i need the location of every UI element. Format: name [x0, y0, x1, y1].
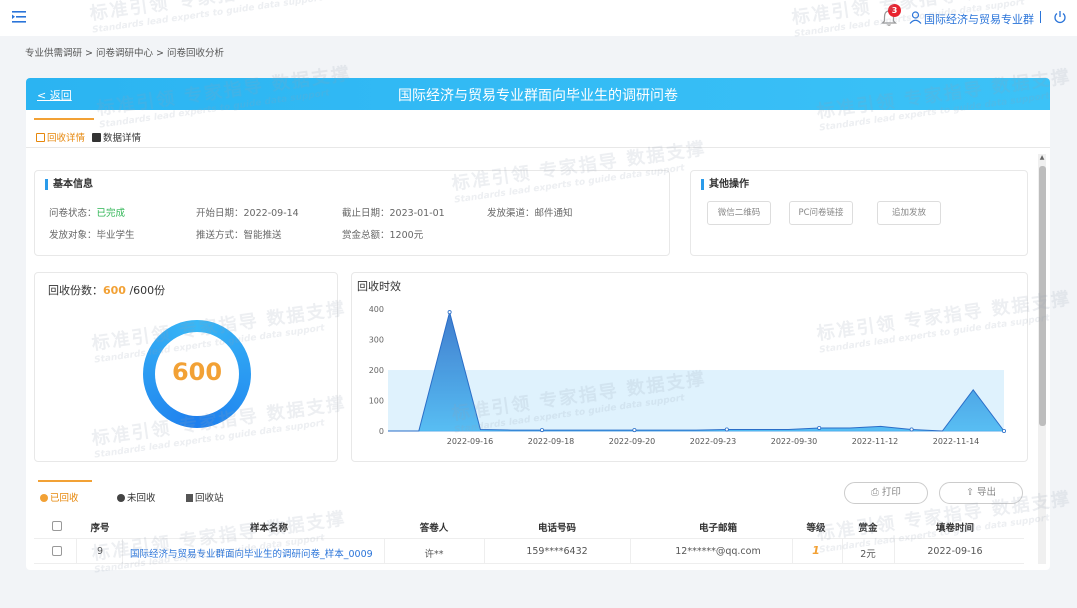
y-tick-label: 0: [379, 427, 384, 436]
detail-tabs: 回收详情 数据详情: [26, 118, 1050, 148]
status-value: 已完成: [96, 208, 126, 219]
y-tick-label: 300: [369, 336, 384, 345]
header-grade: 等级: [806, 523, 826, 534]
scrollbar-thumb[interactable]: [1039, 166, 1046, 426]
banner: < 返回 国际经济与贸易专业群面向毕业生的调研问卷: [26, 78, 1050, 110]
row-time: 2022-09-16: [927, 546, 983, 557]
x-tick-label: 2022-09-23: [690, 437, 737, 446]
chart-band: [388, 370, 1004, 431]
table-header: 序号 样本名称 答卷人 电话号码 电子邮箱 等级 赏金 填卷时间: [34, 516, 1024, 536]
select-all-checkbox[interactable]: [52, 521, 62, 531]
menu-collapse-icon[interactable]: [12, 11, 26, 23]
pc-link-button[interactable]: PC问卷链接: [789, 201, 853, 225]
data-point: [447, 310, 452, 315]
divider: [1040, 11, 1041, 23]
start-date-field: 开始日期：2022-09-14: [196, 208, 299, 219]
bounty-field: 赏金总额：1200元: [342, 230, 424, 241]
data-point: [1002, 428, 1007, 433]
target-field: 发放对象：毕业学生: [49, 230, 135, 241]
x-tick-label: 2022-11-14: [933, 437, 980, 446]
print-button[interactable]: ⎙ 打印: [844, 482, 928, 504]
power-icon[interactable]: [1053, 10, 1067, 24]
y-tick-label: 100: [369, 397, 384, 406]
tab-not-recovered[interactable]: 未回收: [117, 490, 156, 504]
row-index: 9: [96, 546, 104, 557]
row-email: 12******@qq.com: [675, 546, 761, 557]
header-sample-name: 样本名称: [249, 523, 289, 534]
row-checkbox[interactable]: [52, 546, 62, 556]
printer-icon: ⎙: [871, 487, 879, 498]
end-date-field: 截止日期：2023-01-01: [342, 208, 445, 219]
chart-title: 回收时效: [357, 280, 401, 293]
channel-field: 发放渠道：邮件通知: [487, 208, 573, 219]
recovery-count-panel: 回收份数：600 /600份 600: [34, 272, 338, 462]
header-respondent: 答卷人: [419, 523, 449, 534]
tab-recovery-detail[interactable]: 回收详情: [33, 118, 95, 144]
header-time: 填卷时间: [935, 523, 975, 534]
user-name-link[interactable]: 国际经济与贸易专业群: [924, 11, 1034, 27]
basic-info-panel: 基本信息 问卷状态：已完成 开始日期：2022-09-14 截止日期：2023-…: [34, 170, 670, 256]
table-row[interactable]: 9 国际经济与贸易专业群面向毕业生的调研问卷_样本_0009 许** 159**…: [34, 538, 1024, 564]
header-email: 电子邮箱: [698, 523, 738, 534]
grade-badge: 1: [812, 544, 820, 557]
bar-chart-icon: [92, 133, 101, 142]
top-bar: 3 国际经济与贸易专业群: [0, 0, 1077, 36]
header-bounty: 赏金: [858, 523, 878, 534]
data-point: [909, 427, 914, 432]
other-ops-panel: 其他操作 微信二维码 PC问卷链接 追加发放: [690, 170, 1028, 256]
notification-badge: 3: [888, 4, 901, 17]
recovery-timeline-panel: 回收时效 0 100 200 300 400 2022-09-16 2022-09-18 20…: [351, 272, 1028, 462]
scroll-up-icon[interactable]: ▲: [1038, 154, 1046, 162]
status-field: 问卷状态：已完成: [49, 208, 126, 219]
document-icon: [36, 133, 45, 142]
y-tick-label: 400: [369, 305, 384, 314]
user-icon: [909, 11, 922, 24]
export-button[interactable]: ⇪ 导出: [939, 482, 1023, 504]
recovery-ring: 600: [143, 320, 251, 428]
data-point: [724, 427, 729, 432]
recovery-count-title: 回收份数：600 /600份: [48, 284, 166, 297]
header-phone: 电话号码: [537, 523, 577, 534]
x-tick-label: 2022-11-12: [852, 437, 899, 446]
export-icon: ⇪: [965, 487, 974, 498]
check-circle-icon: [40, 494, 48, 502]
tab-recycle-bin[interactable]: 回收站: [186, 490, 224, 504]
append-issue-button[interactable]: 追加发放: [877, 201, 941, 225]
trash-icon: [186, 494, 193, 502]
row-phone: 159****6432: [526, 546, 588, 557]
info-circle-icon: [117, 494, 125, 502]
breadcrumb: 专业供需调研 > 问卷调研中心 > 问卷回收分析: [25, 48, 224, 59]
x-tick-label: 2022-09-20: [609, 437, 656, 446]
data-point: [539, 428, 544, 433]
push-field: 推送方式：智能推送: [196, 230, 282, 241]
wechat-qr-button[interactable]: 微信二维码: [707, 201, 771, 225]
x-tick-label: 2022-09-30: [771, 437, 818, 446]
row-bounty: 2元: [860, 549, 876, 560]
data-point: [632, 428, 637, 433]
survey-title: 国际经济与贸易专业群面向毕业生的调研问卷: [398, 88, 678, 104]
y-tick-label: 200: [369, 366, 384, 375]
other-ops-title: 其他操作: [701, 179, 749, 190]
main-card: < 返回 国际经济与贸易专业群面向毕业生的调研问卷 回收详情 数据详情 基本信息…: [26, 78, 1050, 570]
tab-data-detail[interactable]: 数据详情: [92, 130, 141, 144]
basic-info-title: 基本信息: [45, 179, 93, 190]
ring-value: 600: [171, 358, 223, 386]
tab-recovered[interactable]: 已回收: [38, 480, 92, 504]
header-index: 序号: [90, 523, 110, 534]
sample-name-link[interactable]: 国际经济与贸易专业群面向毕业生的调研问卷_样本_0009: [130, 546, 373, 560]
x-tick-label: 2022-09-16: [447, 437, 494, 446]
row-respondent: 许**: [424, 549, 444, 560]
data-point: [817, 425, 822, 430]
x-tick-label: 2022-09-18: [528, 437, 575, 446]
recovery-timeline-chart: 0 100 200 300 400 2022-09-16 2022-09-18 2022-09…: [369, 305, 1007, 446]
